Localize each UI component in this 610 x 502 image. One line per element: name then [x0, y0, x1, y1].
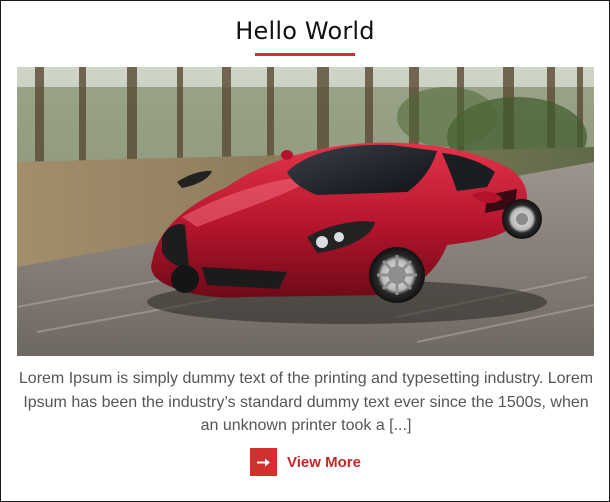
post-title[interactable]: Hello World — [1, 17, 609, 45]
post-card: Hello World Lorem Ipsum is simply dummy … — [0, 0, 610, 502]
arrow-right-icon — [250, 448, 277, 476]
view-more-label: View More — [287, 453, 361, 471]
view-more-link[interactable]: View More — [250, 448, 361, 476]
post-featured-image[interactable] — [17, 67, 594, 356]
post-excerpt: Lorem Ipsum is simply dummy text of the … — [18, 370, 594, 434]
title-underline — [255, 53, 355, 56]
car-photo — [17, 67, 594, 356]
